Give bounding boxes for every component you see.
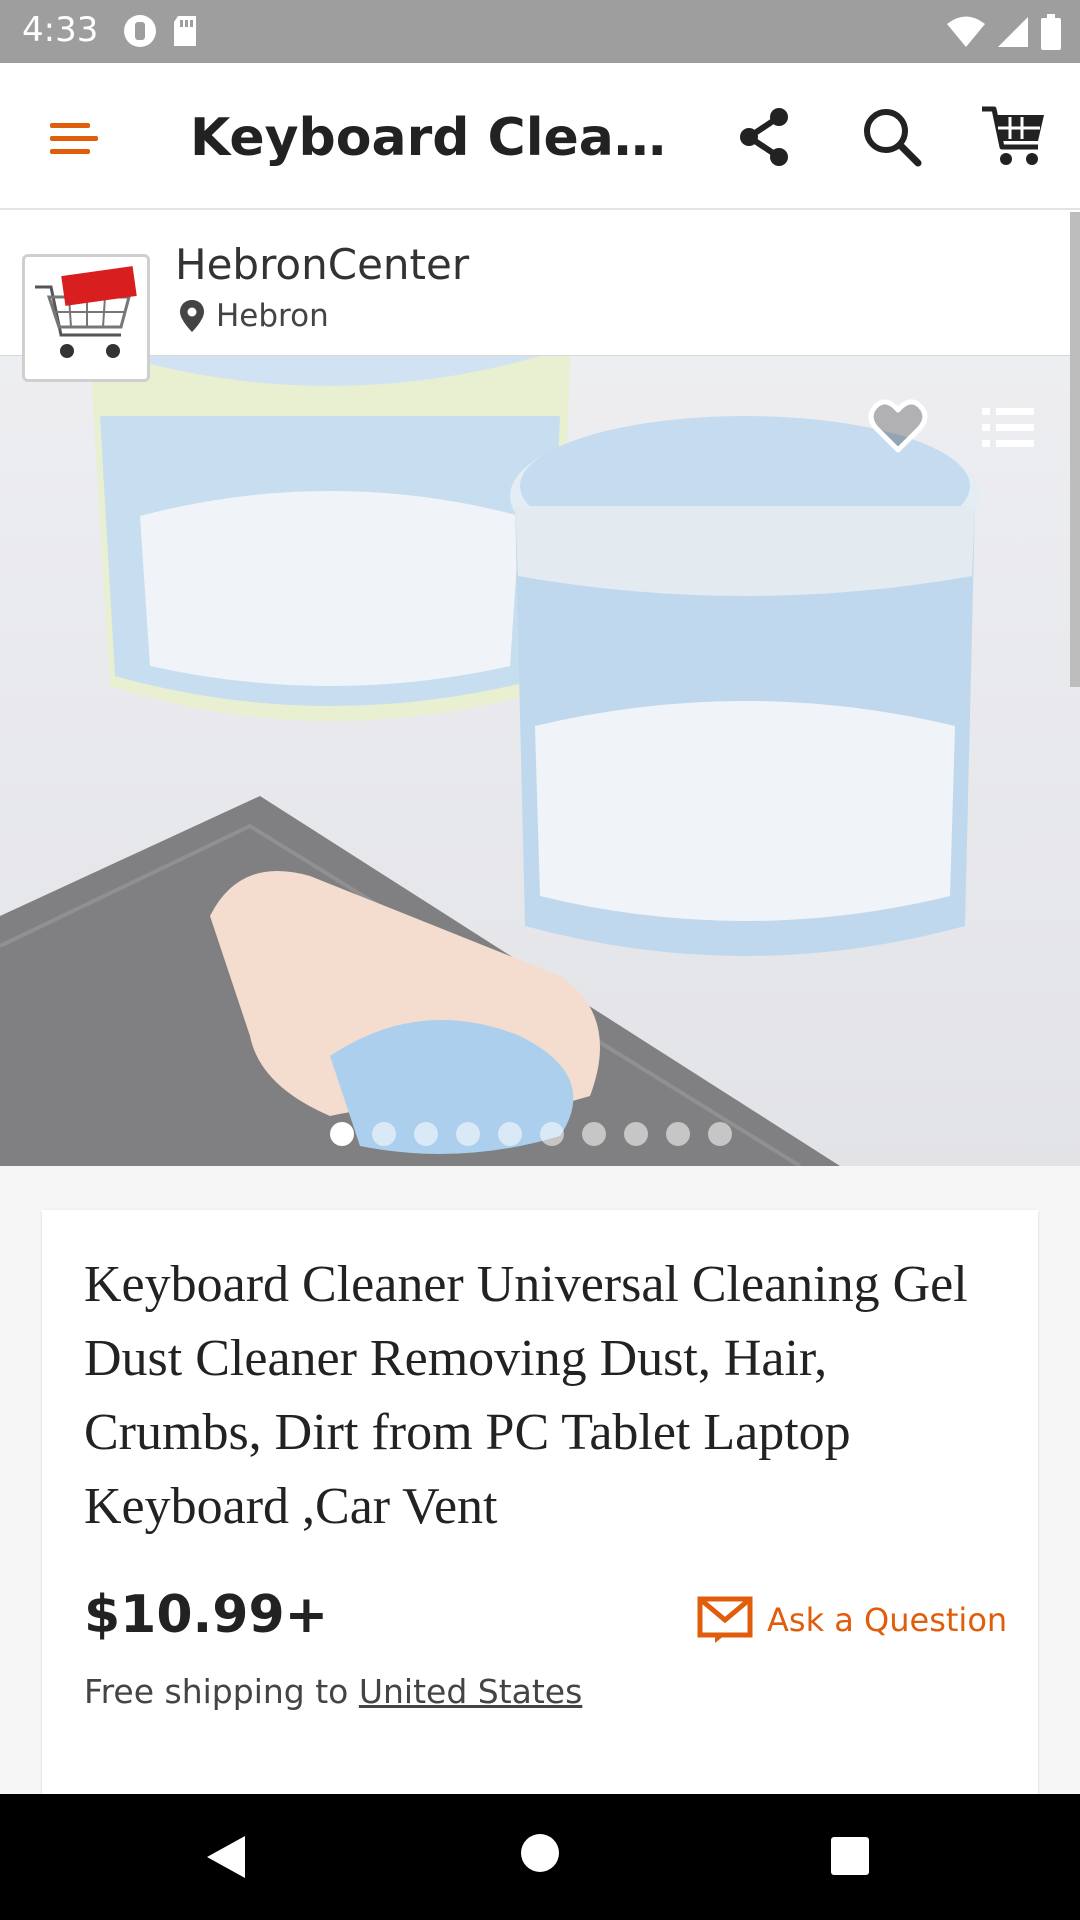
sd-card-icon <box>174 16 196 46</box>
media-notification-icon <box>124 15 156 47</box>
carousel-dot[interactable] <box>456 1122 480 1146</box>
carousel-dot[interactable] <box>582 1122 606 1146</box>
heart-icon <box>868 399 928 453</box>
share-button[interactable] <box>735 105 795 169</box>
home-icon[interactable] <box>519 1832 561 1874</box>
shop-location-text: Hebron <box>216 298 329 334</box>
shop-logo[interactable] <box>22 254 150 382</box>
shop-name[interactable]: HebronCenter <box>175 240 469 289</box>
location-pin-icon <box>180 300 204 332</box>
system-navigation-bar <box>0 1794 1080 1920</box>
battery-icon <box>1041 14 1061 50</box>
carousel-dot[interactable] <box>540 1122 564 1146</box>
product-price: $10.99+ <box>84 1585 329 1645</box>
menu-button[interactable] <box>40 103 108 171</box>
search-icon <box>864 109 922 167</box>
scrollbar[interactable] <box>1070 212 1080 687</box>
cart-icon <box>982 106 1044 165</box>
shop-logo-image <box>25 257 147 379</box>
back-icon[interactable] <box>205 1834 247 1880</box>
shop-location: Hebron <box>180 298 329 334</box>
favorite-button[interactable] <box>868 398 928 454</box>
list-icon <box>982 408 1034 447</box>
page-title: Keyboard Cleaner Universal Cleaning Gel … <box>190 108 680 168</box>
carousel-dot[interactable] <box>708 1122 732 1146</box>
share-icon <box>740 108 788 166</box>
carousel-dot[interactable] <box>624 1122 648 1146</box>
product-image-carousel[interactable] <box>0 356 1080 1166</box>
shipping-info: Free shipping to United States <box>84 1672 582 1711</box>
product-title: Keyboard Cleaner Universal Cleaning Gel … <box>84 1256 968 1535</box>
search-button[interactable] <box>860 105 924 169</box>
status-bar: 4:33 <box>0 0 1080 63</box>
carousel-dot[interactable] <box>372 1122 396 1146</box>
cart-button[interactable] <box>980 103 1048 169</box>
shop-header[interactable]: HebronCenter Hebron <box>0 210 1080 382</box>
ask-question-button[interactable]: Ask a Question <box>697 1596 1007 1644</box>
carousel-dots <box>330 1122 732 1146</box>
status-system-icons <box>946 14 1062 50</box>
hamburger-menu-icon <box>50 123 98 154</box>
status-notification-icons <box>122 14 200 48</box>
mail-icon <box>697 1596 753 1643</box>
shipping-prefix: Free shipping to <box>84 1672 349 1711</box>
wifi-icon <box>947 16 985 47</box>
product-details: Keyboard Cleaner Universal Cleaning Gel … <box>0 1166 1080 1810</box>
add-to-list-button[interactable] <box>982 406 1034 450</box>
carousel-dot[interactable] <box>414 1122 438 1146</box>
app-bar: Keyboard Cleaner Universal Cleaning Gel … <box>0 63 1080 210</box>
status-time: 4:33 <box>22 10 99 50</box>
product-info-card: Keyboard Cleaner Universal Cleaning Gel … <box>42 1210 1038 1810</box>
carousel-dot[interactable] <box>498 1122 522 1146</box>
shipping-destination-link[interactable]: United States <box>359 1672 582 1711</box>
carousel-dot[interactable] <box>666 1122 690 1146</box>
carousel-dot[interactable] <box>330 1122 354 1146</box>
product-photo <box>0 356 1080 1166</box>
signal-icon <box>998 17 1028 47</box>
recent-apps-icon[interactable] <box>830 1836 870 1876</box>
ask-question-label: Ask a Question <box>767 1601 1008 1639</box>
